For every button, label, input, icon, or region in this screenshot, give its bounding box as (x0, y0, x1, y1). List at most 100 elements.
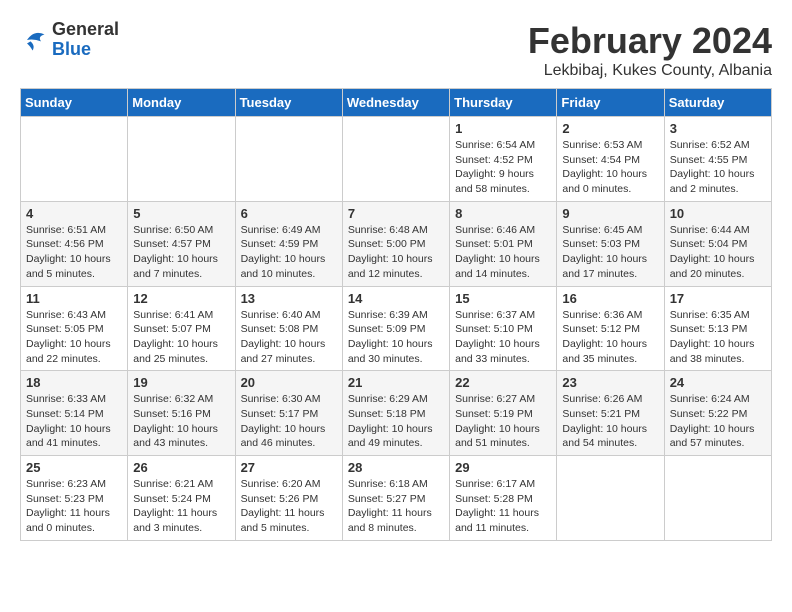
day-cell: 19Sunrise: 6:32 AMSunset: 5:16 PMDayligh… (128, 371, 235, 456)
location-text: Lekbibaj, Kukes County, Albania (528, 62, 772, 80)
day-info: Sunrise: 6:52 AMSunset: 4:55 PMDaylight:… (670, 138, 766, 197)
day-info: Sunrise: 6:37 AMSunset: 5:10 PMDaylight:… (455, 308, 551, 367)
dow-sunday: Sunday (21, 89, 128, 117)
logo: General Blue (20, 20, 119, 60)
day-info: Sunrise: 6:30 AMSunset: 5:17 PMDaylight:… (241, 392, 337, 451)
day-number: 27 (241, 460, 337, 475)
day-number: 17 (670, 291, 766, 306)
day-number: 19 (133, 375, 229, 390)
calendar-body: 1 Sunrise: 6:54 AMSunset: 4:52 PMDaylight… (21, 117, 772, 541)
day-number: 5 (133, 206, 229, 221)
day-number: 7 (348, 206, 444, 221)
day-number: 26 (133, 460, 229, 475)
logo-bird-icon (20, 26, 48, 54)
day-cell (235, 117, 342, 202)
day-info: Sunrise: 6:53 AMSunset: 4:54 PMDaylight:… (562, 138, 658, 197)
day-cell: 17 Sunrise: 6:35 AMSunset: 5:13 PMDayligh… (664, 286, 771, 371)
week-row-2: 4 Sunrise: 6:51 AMSunset: 4:56 PMDaylight… (21, 201, 772, 286)
day-cell: 9 Sunrise: 6:45 AMSunset: 5:03 PMDaylight… (557, 201, 664, 286)
logo-general-text: General (52, 20, 119, 40)
day-cell (128, 117, 235, 202)
page-header: General Blue February 2024 Lekbibaj, Kuk… (20, 20, 772, 80)
day-cell (21, 117, 128, 202)
day-number: 11 (26, 291, 122, 306)
day-number: 8 (455, 206, 551, 221)
day-cell: 25 Sunrise: 6:23 AMSunset: 5:23 PMDayligh… (21, 456, 128, 541)
day-info: Sunrise: 6:17 AMSunset: 5:28 PMDaylight:… (455, 477, 551, 536)
day-info: Sunrise: 6:26 AMSunset: 5:21 PMDaylight:… (562, 392, 658, 451)
dow-wednesday: Wednesday (342, 89, 449, 117)
day-number: 16 (562, 291, 658, 306)
day-number: 2 (562, 121, 658, 136)
day-number: 29 (455, 460, 551, 475)
day-info: Sunrise: 6:39 AMSunset: 5:09 PMDaylight:… (348, 308, 444, 367)
day-info: Sunrise: 6:40 AMSunset: 5:08 PMDaylight:… (241, 308, 337, 367)
day-of-week-header-row: SundayMondayTuesdayWednesdayThursdayFrid… (21, 89, 772, 117)
day-cell: 6Sunrise: 6:49 AMSunset: 4:59 PMDaylight… (235, 201, 342, 286)
day-info: Sunrise: 6:45 AMSunset: 5:03 PMDaylight:… (562, 223, 658, 282)
day-info: Sunrise: 6:33 AMSunset: 5:14 PMDaylight:… (26, 392, 122, 451)
day-info: Sunrise: 6:44 AMSunset: 5:04 PMDaylight:… (670, 223, 766, 282)
day-cell: 12 Sunrise: 6:41 AMSunset: 5:07 PMDayligh… (128, 286, 235, 371)
dow-saturday: Saturday (664, 89, 771, 117)
day-cell: 21Sunrise: 6:29 AMSunset: 5:18 PMDayligh… (342, 371, 449, 456)
day-info: Sunrise: 6:23 AMSunset: 5:23 PMDaylight:… (26, 477, 122, 536)
day-number: 12 (133, 291, 229, 306)
day-info: Sunrise: 6:49 AMSunset: 4:59 PMDaylight:… (241, 223, 337, 282)
day-info: Sunrise: 6:21 AMSunset: 5:24 PMDaylight:… (133, 477, 229, 536)
day-number: 4 (26, 206, 122, 221)
day-number: 20 (241, 375, 337, 390)
day-cell (664, 456, 771, 541)
day-cell (557, 456, 664, 541)
day-number: 1 (455, 121, 551, 136)
day-info: Sunrise: 6:36 AMSunset: 5:12 PMDaylight:… (562, 308, 658, 367)
day-cell: 7Sunrise: 6:48 AMSunset: 5:00 PMDaylight… (342, 201, 449, 286)
week-row-4: 18 Sunrise: 6:33 AMSunset: 5:14 PMDayligh… (21, 371, 772, 456)
day-info: Sunrise: 6:43 AMSunset: 5:05 PMDaylight:… (26, 308, 122, 367)
day-info: Sunrise: 6:41 AMSunset: 5:07 PMDaylight:… (133, 308, 229, 367)
day-info: Sunrise: 6:27 AMSunset: 5:19 PMDaylight:… (455, 392, 551, 451)
calendar-table: SundayMondayTuesdayWednesdayThursdayFrid… (20, 88, 772, 541)
day-info: Sunrise: 6:54 AMSunset: 4:52 PMDaylight:… (455, 138, 551, 197)
day-cell: 29 Sunrise: 6:17 AMSunset: 5:28 PMDayligh… (450, 456, 557, 541)
day-cell: 1 Sunrise: 6:54 AMSunset: 4:52 PMDaylight… (450, 117, 557, 202)
title-block: February 2024 Lekbibaj, Kukes County, Al… (528, 20, 772, 80)
day-cell: 16 Sunrise: 6:36 AMSunset: 5:12 PMDayligh… (557, 286, 664, 371)
day-number: 28 (348, 460, 444, 475)
day-cell: 5 Sunrise: 6:50 AMSunset: 4:57 PMDaylight… (128, 201, 235, 286)
week-row-5: 25 Sunrise: 6:23 AMSunset: 5:23 PMDayligh… (21, 456, 772, 541)
day-cell: 15 Sunrise: 6:37 AMSunset: 5:10 PMDayligh… (450, 286, 557, 371)
day-number: 15 (455, 291, 551, 306)
day-info: Sunrise: 6:20 AMSunset: 5:26 PMDaylight:… (241, 477, 337, 536)
day-number: 9 (562, 206, 658, 221)
day-info: Sunrise: 6:35 AMSunset: 5:13 PMDaylight:… (670, 308, 766, 367)
day-info: Sunrise: 6:51 AMSunset: 4:56 PMDaylight:… (26, 223, 122, 282)
day-cell: 13Sunrise: 6:40 AMSunset: 5:08 PMDayligh… (235, 286, 342, 371)
dow-monday: Monday (128, 89, 235, 117)
day-cell: 22Sunrise: 6:27 AMSunset: 5:19 PMDayligh… (450, 371, 557, 456)
week-row-3: 11 Sunrise: 6:43 AMSunset: 5:05 PMDayligh… (21, 286, 772, 371)
logo-blue-text: Blue (52, 40, 119, 60)
dow-tuesday: Tuesday (235, 89, 342, 117)
dow-friday: Friday (557, 89, 664, 117)
day-cell: 11 Sunrise: 6:43 AMSunset: 5:05 PMDayligh… (21, 286, 128, 371)
day-cell: 14 Sunrise: 6:39 AMSunset: 5:09 PMDayligh… (342, 286, 449, 371)
day-info: Sunrise: 6:46 AMSunset: 5:01 PMDaylight:… (455, 223, 551, 282)
day-cell: 20 Sunrise: 6:30 AMSunset: 5:17 PMDayligh… (235, 371, 342, 456)
day-cell: 8 Sunrise: 6:46 AMSunset: 5:01 PMDaylight… (450, 201, 557, 286)
day-number: 14 (348, 291, 444, 306)
day-number: 23 (562, 375, 658, 390)
day-cell: 27 Sunrise: 6:20 AMSunset: 5:26 PMDayligh… (235, 456, 342, 541)
week-row-1: 1 Sunrise: 6:54 AMSunset: 4:52 PMDaylight… (21, 117, 772, 202)
day-cell: 2 Sunrise: 6:53 AMSunset: 4:54 PMDaylight… (557, 117, 664, 202)
day-cell: 10Sunrise: 6:44 AMSunset: 5:04 PMDayligh… (664, 201, 771, 286)
day-cell: 24Sunrise: 6:24 AMSunset: 5:22 PMDayligh… (664, 371, 771, 456)
day-number: 3 (670, 121, 766, 136)
day-info: Sunrise: 6:50 AMSunset: 4:57 PMDaylight:… (133, 223, 229, 282)
dow-thursday: Thursday (450, 89, 557, 117)
day-info: Sunrise: 6:18 AMSunset: 5:27 PMDaylight:… (348, 477, 444, 536)
day-cell (342, 117, 449, 202)
day-number: 24 (670, 375, 766, 390)
day-number: 18 (26, 375, 122, 390)
day-number: 25 (26, 460, 122, 475)
